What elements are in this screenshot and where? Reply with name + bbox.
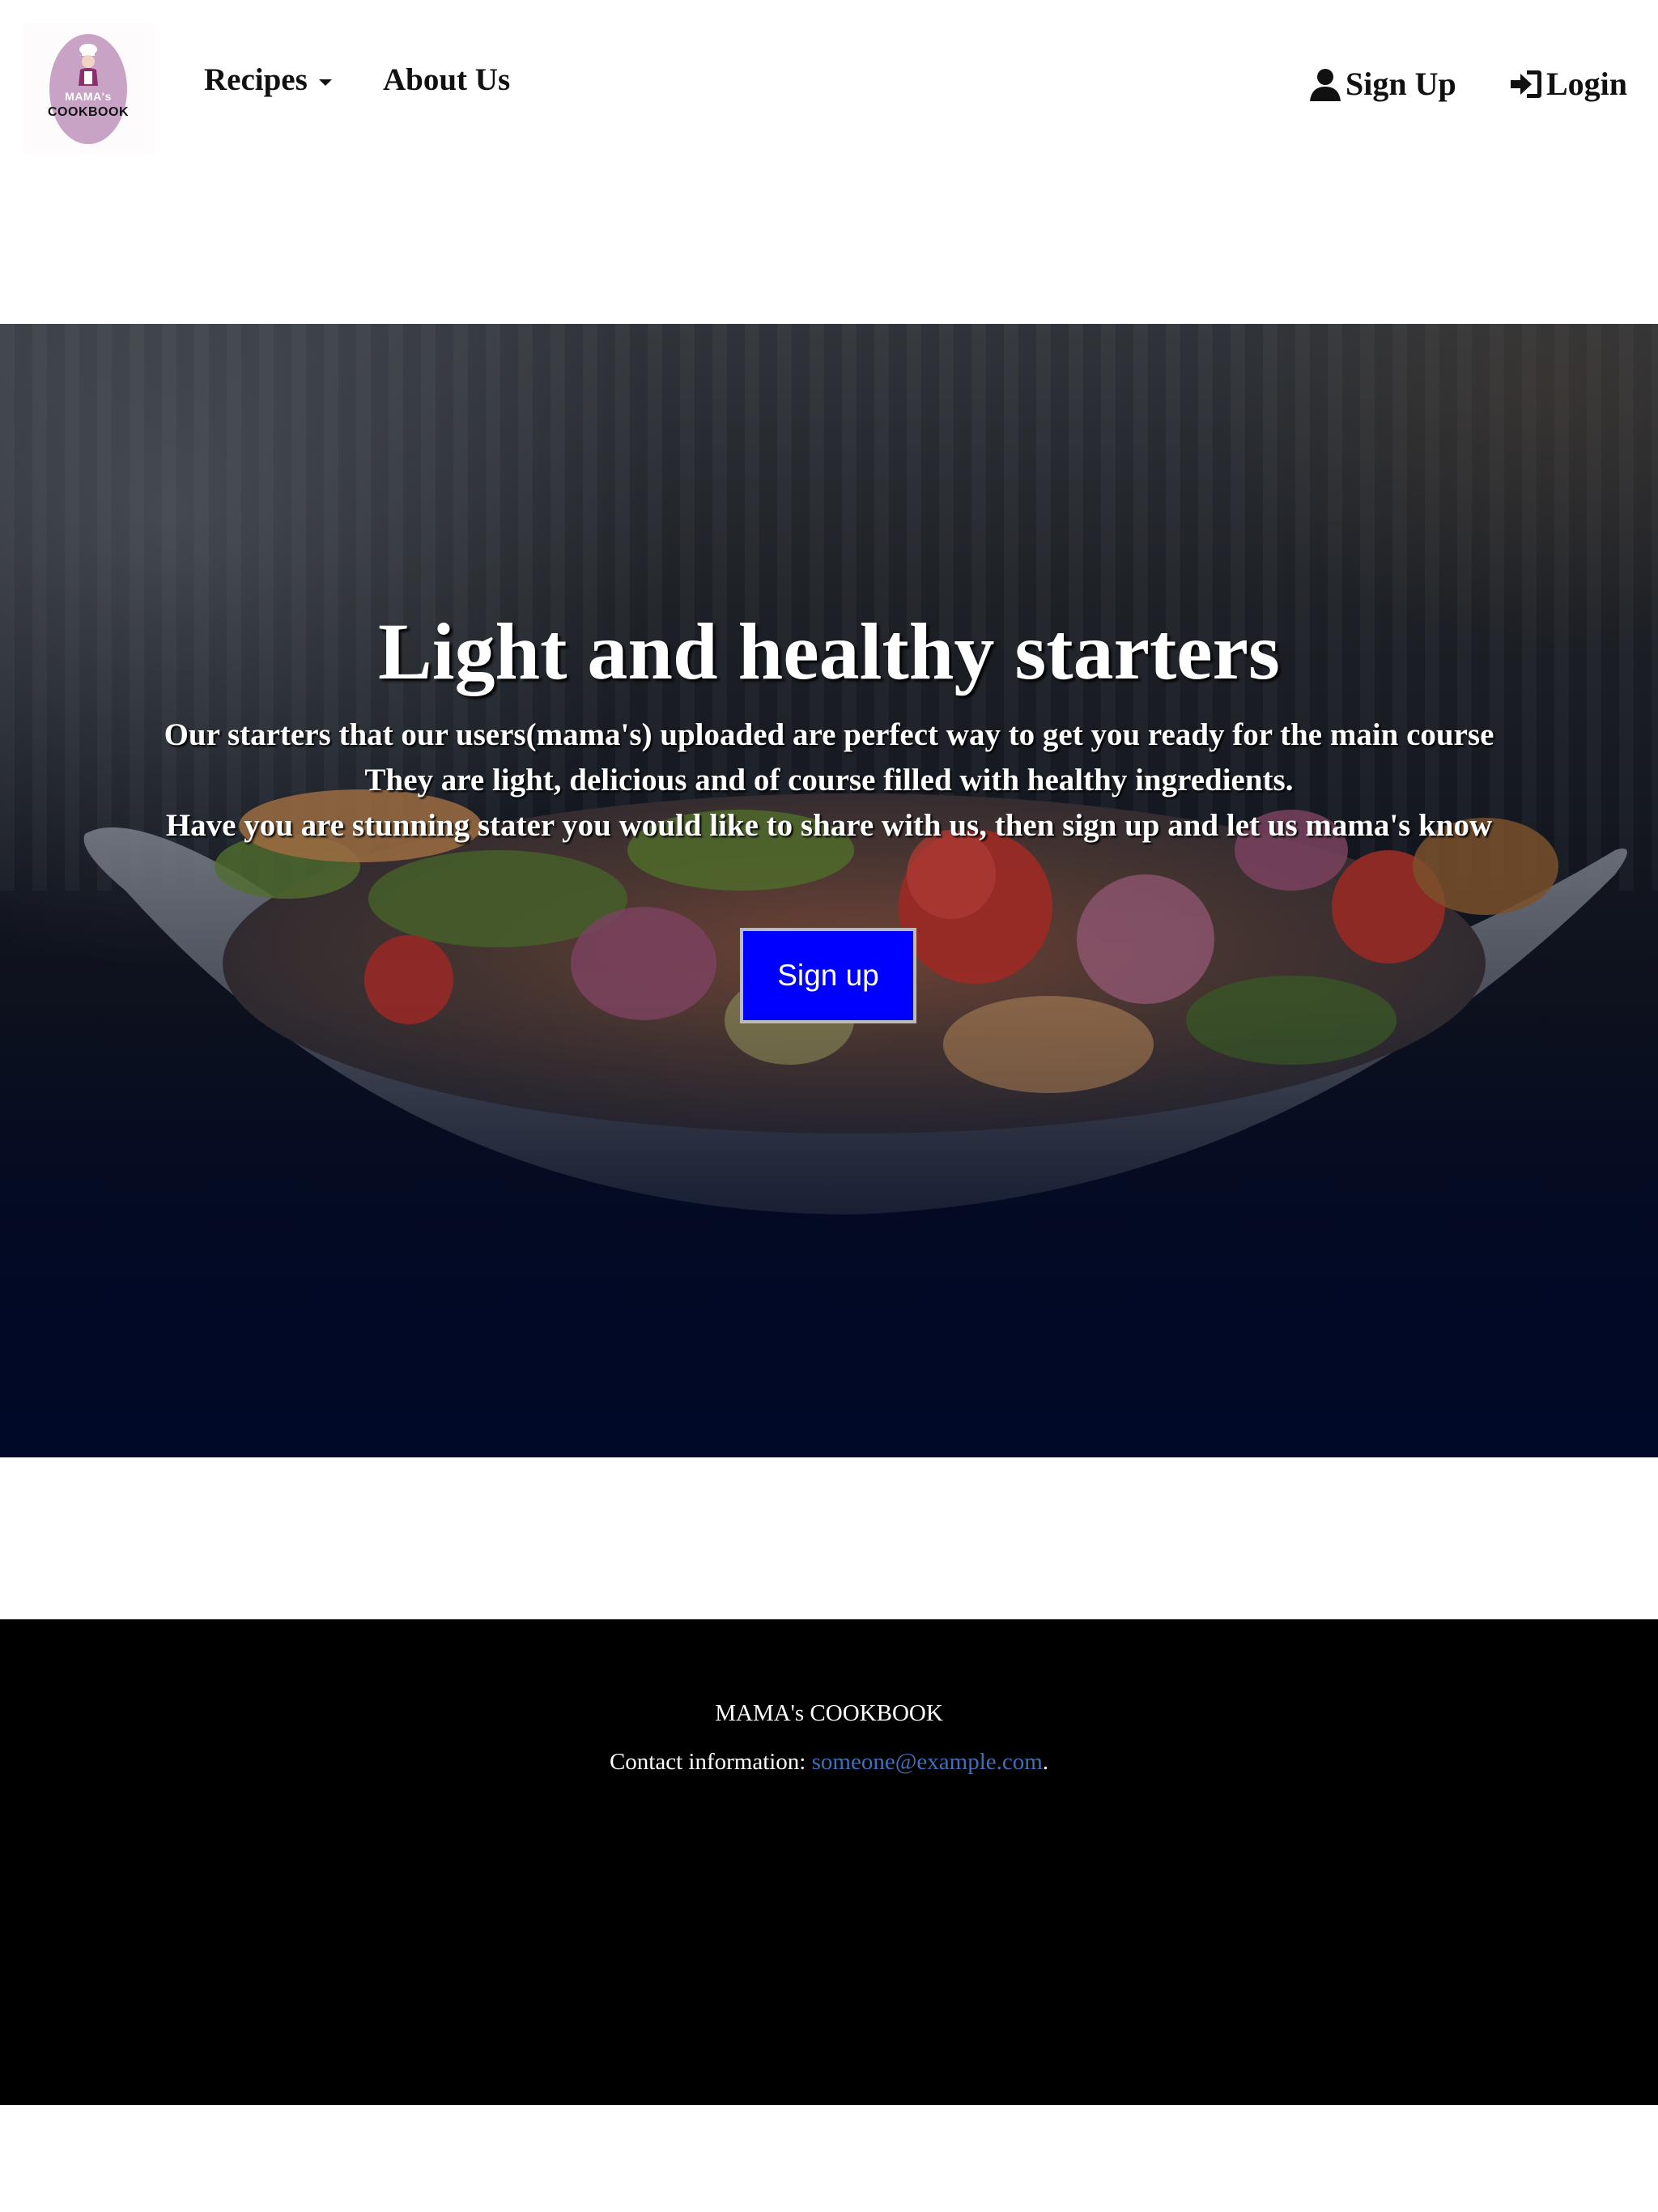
user-icon (1310, 68, 1341, 101)
hero-title: Light and healthy starters (378, 606, 1280, 696)
footer-contact-suffix: . (1042, 1749, 1049, 1775)
nav-recipes-dropdown[interactable]: Recipes (204, 62, 332, 98)
chef-icon (79, 44, 98, 86)
nav-signup-label: Sign Up (1346, 66, 1456, 102)
nav-about-link[interactable]: About Us (383, 62, 510, 98)
hero-signup-button[interactable]: Sign up (740, 928, 916, 1023)
hero-line: Have you are stunning stater you would l… (165, 808, 1493, 843)
footer-email-link[interactable]: someone@example.com (812, 1749, 1043, 1775)
hero-line: Our starters that our users(mama's) uplo… (164, 717, 1494, 752)
site-logo[interactable]: MAMA's COOKBOOK (23, 23, 154, 154)
logo-text-bottom: COOKBOOK (48, 105, 129, 119)
footer: MAMA's COOKBOOK Contact information: som… (0, 1619, 1658, 2105)
nav-login-link[interactable]: Login (1509, 65, 1627, 103)
logo-text-top: MAMA's (65, 90, 112, 103)
nav-recipes-label: Recipes (204, 62, 308, 97)
hero-line: They are light, delicious and of course … (364, 763, 1294, 798)
login-icon (1511, 70, 1541, 98)
nav-login-label: Login (1546, 66, 1628, 102)
footer-brand: MAMA's COOKBOOK (715, 1700, 943, 1726)
nav-signup-link[interactable]: Sign Up (1308, 65, 1456, 103)
hero-overlay (0, 324, 1658, 1457)
hero-description: Our starters that our users(mama's) uplo… (0, 713, 1658, 849)
caret-down-icon (318, 79, 332, 87)
hero-section: Light and healthy starters Our starters … (0, 324, 1658, 1457)
footer-contact-label: Contact information: (609, 1749, 812, 1775)
navbar: MAMA's COOKBOOK Recipes About Us Sign Up… (0, 0, 1658, 174)
footer-contact: Contact information: someone@example.com… (0, 1749, 1658, 1776)
